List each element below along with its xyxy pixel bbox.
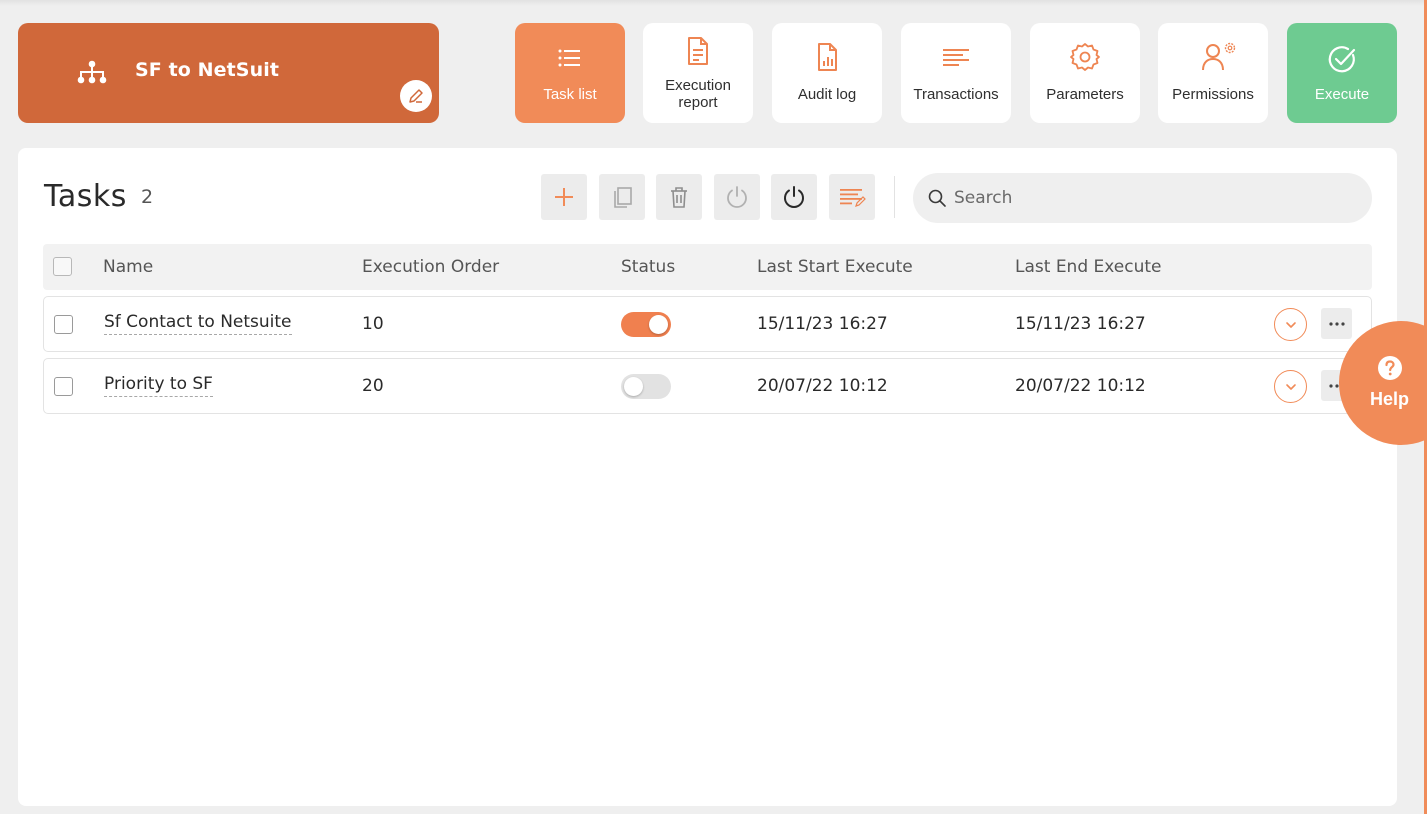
task-name-link[interactable]: Sf Contact to Netsuite: [104, 312, 292, 335]
last-end-value: 20/07/22 10:12: [1015, 376, 1146, 396]
row-checkbox[interactable]: [54, 377, 73, 396]
nav-label: Audit log: [797, 86, 857, 103]
nav-label: Permissions: [1172, 86, 1254, 103]
list-icon: [558, 49, 580, 67]
edit-project-button[interactable]: [400, 80, 432, 112]
project-title: SF to NetSuit: [135, 59, 280, 81]
table-header: Name Execution Order Status Last Start E…: [43, 244, 1372, 290]
column-header-status[interactable]: Status: [621, 257, 675, 277]
sitemap-icon: [77, 60, 107, 84]
column-header-name[interactable]: Name: [103, 257, 153, 277]
gear-icon: [1070, 43, 1100, 71]
toggle-knob: [624, 377, 643, 396]
help-label: Help: [1370, 389, 1410, 409]
edit-list-icon: [840, 189, 866, 207]
question-circle-icon: [1378, 356, 1402, 380]
column-header-execution-order[interactable]: Execution Order: [362, 257, 499, 277]
expand-row-button[interactable]: [1274, 370, 1307, 403]
execution-order-value: 20: [362, 376, 384, 396]
bulk-edit-button[interactable]: [829, 174, 875, 220]
nav-label: Parameters: [1046, 86, 1124, 103]
task-name-link[interactable]: Priority to SF: [104, 374, 213, 397]
add-task-button[interactable]: [541, 174, 587, 220]
search-icon: [928, 189, 946, 207]
document-icon: [688, 37, 708, 65]
project-card: SF to NetSuit: [18, 23, 439, 123]
tasks-panel: Tasks 2 Search Name Execution Order Stat…: [18, 148, 1397, 806]
power-disabled-icon: [727, 186, 747, 208]
nav-label: Transactions: [913, 86, 999, 103]
row-more-button[interactable]: [1321, 308, 1352, 339]
last-start-value: 20/07/22 10:12: [757, 376, 888, 396]
disable-task-button[interactable]: [714, 174, 760, 220]
delete-task-button[interactable]: [656, 174, 702, 220]
status-toggle[interactable]: [621, 312, 671, 337]
status-toggle[interactable]: [621, 374, 671, 399]
execute-button[interactable]: Execute: [1287, 23, 1397, 123]
nav-audit-log[interactable]: Audit log: [772, 23, 882, 123]
nav-label: Execute: [1314, 86, 1370, 103]
nav-label: Execution report: [665, 77, 731, 111]
chevron-down-icon: [1285, 383, 1296, 390]
table-row[interactable]: Sf Contact to Netsuite 10 15/11/23 16:27…: [43, 296, 1372, 352]
enable-task-button[interactable]: [771, 174, 817, 220]
more-dots-icon: [1328, 321, 1345, 326]
page-title: Tasks: [44, 179, 127, 214]
nav-transactions[interactable]: Transactions: [901, 23, 1011, 123]
copy-task-button[interactable]: [599, 174, 645, 220]
column-header-last-end[interactable]: Last End Execute: [1015, 257, 1162, 277]
row-checkbox[interactable]: [54, 315, 73, 334]
copy-icon: [614, 187, 632, 208]
nav-permissions[interactable]: Permissions: [1158, 23, 1268, 123]
table-row[interactable]: Priority to SF 20 20/07/22 10:12 20/07/2…: [43, 358, 1372, 414]
expand-row-button[interactable]: [1274, 308, 1307, 341]
column-header-last-start[interactable]: Last Start Execute: [757, 257, 913, 277]
toggle-knob: [649, 315, 668, 334]
nav-task-list[interactable]: Task list: [515, 23, 625, 123]
toolbar-divider: [894, 176, 895, 218]
execution-order-value: 10: [362, 314, 384, 334]
nav-execution-report[interactable]: Execution report: [643, 23, 753, 123]
select-all-checkbox[interactable]: [53, 257, 72, 276]
nav-parameters[interactable]: Parameters: [1030, 23, 1140, 123]
lines-icon: [943, 49, 969, 66]
chevron-down-icon: [1285, 321, 1296, 328]
nav-label: Task list: [543, 86, 597, 103]
search-input[interactable]: [954, 188, 1354, 208]
top-shadow: [0, 0, 1427, 6]
search-box: [913, 173, 1372, 223]
plus-icon: [555, 188, 573, 206]
last-start-value: 15/11/23 16:27: [757, 314, 888, 334]
last-end-value: 15/11/23 16:27: [1015, 314, 1146, 334]
pencil-icon: [409, 89, 423, 103]
report-chart-icon: [818, 43, 837, 71]
check-circle-icon: [1328, 46, 1356, 73]
trash-icon: [671, 187, 687, 208]
tasks-count-badge: 2: [141, 186, 154, 208]
power-icon: [784, 186, 804, 208]
user-gear-icon: [1201, 42, 1235, 71]
